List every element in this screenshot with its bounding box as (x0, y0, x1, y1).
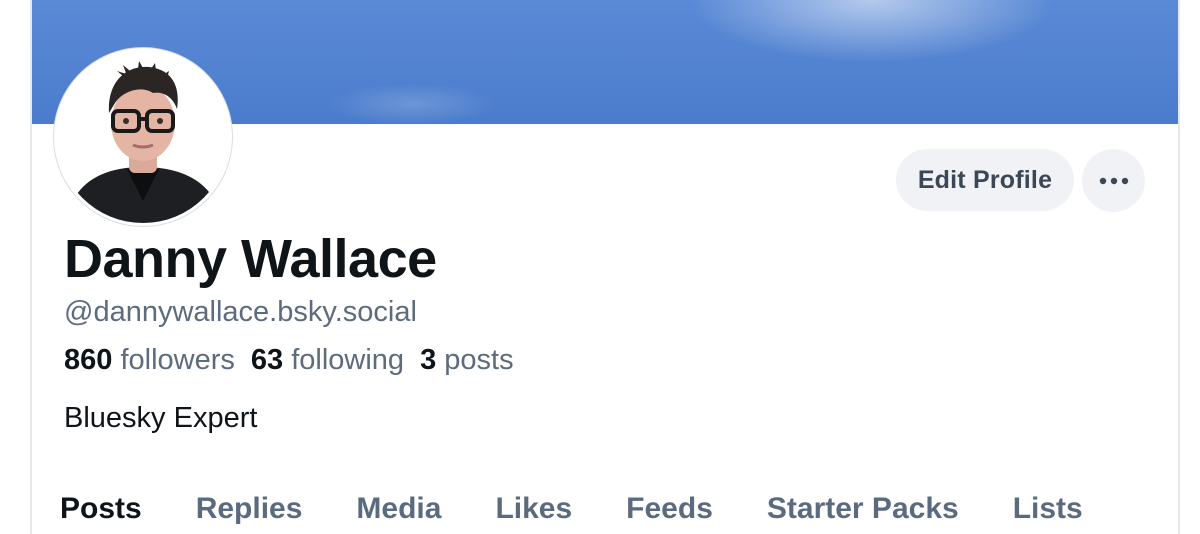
followers-count: 860 (64, 344, 113, 376)
edit-profile-button[interactable]: Edit Profile (896, 149, 1074, 211)
avatar-photo (57, 51, 229, 223)
following-count: 63 (250, 344, 284, 376)
following-label: following (291, 344, 405, 376)
profile-stats: 860 followers 63 following 3 posts (64, 344, 514, 377)
profile-tabs: Posts Replies Media Likes Feeds Starter … (60, 492, 1137, 526)
ellipsis-icon (1099, 177, 1128, 184)
tab-replies[interactable]: Replies (196, 492, 303, 526)
display-name: Danny Wallace (64, 229, 437, 289)
tab-likes[interactable]: Likes (495, 492, 572, 526)
tab-starter-packs[interactable]: Starter Packs (767, 492, 959, 526)
more-options-button[interactable] (1082, 149, 1145, 212)
followers-stat[interactable]: 860 followers (64, 344, 235, 377)
following-stat[interactable]: 63 following (251, 344, 404, 377)
profile-bio: Bluesky Expert (64, 402, 258, 434)
tab-media[interactable]: Media (356, 492, 441, 526)
posts-label: posts (444, 344, 514, 376)
profile-handle: @dannywallace.bsky.social (64, 296, 417, 328)
tab-posts[interactable]: Posts (60, 492, 142, 526)
avatar[interactable] (54, 48, 232, 226)
profile-card: Edit Profile Danny Wallace @dannywallace… (30, 0, 1180, 534)
posts-count: 3 (420, 344, 437, 376)
followers-label: followers (120, 344, 235, 376)
tab-lists[interactable]: Lists (1013, 492, 1083, 526)
tab-feeds[interactable]: Feeds (626, 492, 713, 526)
posts-stat: 3 posts (420, 344, 514, 377)
